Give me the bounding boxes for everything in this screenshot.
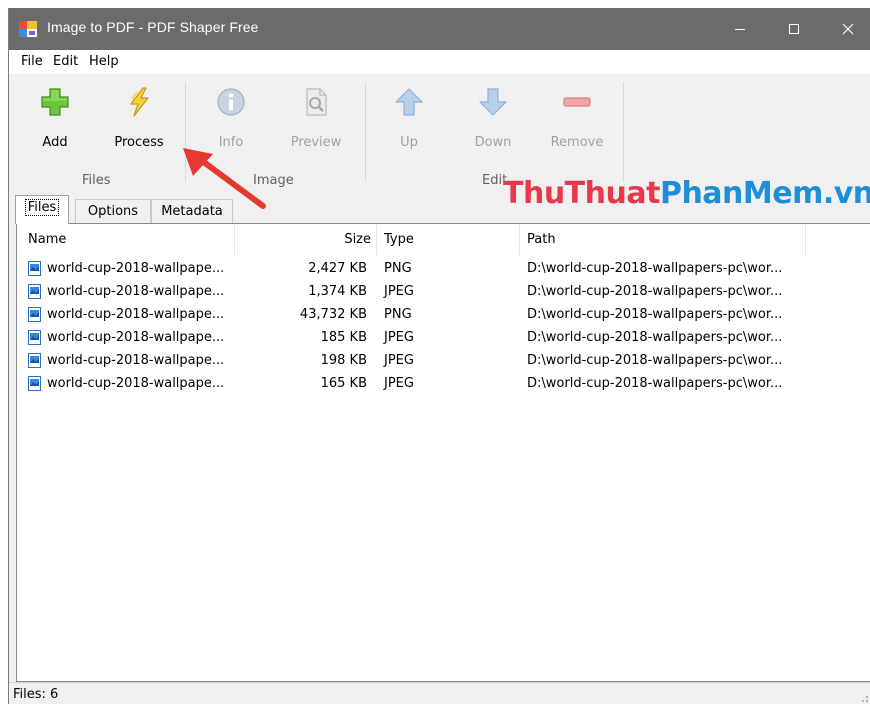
- column-header-path[interactable]: Path: [527, 224, 556, 255]
- cell-type: PNG: [384, 307, 412, 322]
- tab-metadata-label: Metadata: [161, 204, 223, 219]
- image-file-icon: [28, 353, 41, 368]
- image-file-icon: [28, 376, 41, 391]
- tab-options[interactable]: Options: [75, 199, 151, 224]
- up-label: Up: [400, 135, 418, 150]
- column-divider[interactable]: [519, 224, 520, 255]
- watermark: ThuThuatPhanMem.vn: [503, 176, 870, 211]
- group-separator: [623, 82, 624, 182]
- image-file-icon: [28, 284, 41, 299]
- add-label: Add: [42, 135, 68, 150]
- remove-label: Remove: [550, 135, 604, 150]
- column-divider[interactable]: [805, 224, 806, 255]
- minus-icon: [563, 97, 591, 107]
- image-file-icon: [28, 330, 41, 345]
- resize-grip-icon[interactable]: [859, 693, 869, 703]
- cell-name: world-cup-2018-wallpape...: [47, 353, 225, 368]
- tab-files-label: Files: [24, 199, 60, 216]
- column-header-type[interactable]: Type: [384, 224, 414, 255]
- column-divider[interactable]: [376, 224, 377, 255]
- cell-size: 185 KB: [320, 330, 367, 345]
- tab-options-label: Options: [87, 204, 139, 219]
- up-button[interactable]: Up: [377, 74, 441, 162]
- menu-help[interactable]: Help: [89, 54, 119, 69]
- file-list[interactable]: Name Size Type Path world-cup-2018-wallp…: [16, 223, 870, 682]
- cell-name: world-cup-2018-wallpape...: [47, 284, 225, 299]
- cell-type: JPEG: [384, 376, 414, 391]
- table-row[interactable]: world-cup-2018-wallpape... 43,732 KB PNG D:…: [17, 303, 870, 326]
- column-header-size[interactable]: Size: [237, 224, 371, 255]
- cell-size: 1,374 KB: [308, 284, 367, 299]
- image-file-icon: [28, 261, 41, 276]
- status-text: Files: 6: [13, 687, 59, 702]
- image-file-icon: [28, 307, 41, 322]
- cell-path: D:\world-cup-2018-wallpapers-pc\wor...: [527, 353, 783, 368]
- ribbon-toolbar: Add Process Files Info Preview Image Up …: [9, 74, 870, 192]
- cell-name: world-cup-2018-wallpape...: [47, 330, 225, 345]
- cell-type: PNG: [384, 261, 412, 276]
- remove-button[interactable]: Remove: [545, 74, 609, 162]
- tab-metadata[interactable]: Metadata: [151, 199, 233, 224]
- menu-file[interactable]: File: [21, 54, 43, 69]
- menu-bar: File Edit Help: [9, 50, 870, 74]
- cell-name: world-cup-2018-wallpape...: [47, 261, 225, 276]
- tab-files[interactable]: Files: [15, 195, 69, 224]
- table-row[interactable]: world-cup-2018-wallpape... 185 KB JPEG D:\w…: [17, 326, 870, 349]
- arrow-up-icon: [395, 88, 423, 116]
- process-button[interactable]: Process: [103, 74, 175, 162]
- preview-icon: [306, 88, 327, 116]
- cell-name: world-cup-2018-wallpape...: [47, 307, 225, 322]
- info-icon: [217, 88, 245, 116]
- group-separator: [365, 82, 366, 182]
- app-icon: [19, 21, 37, 37]
- maximize-button[interactable]: [771, 8, 817, 50]
- column-header-name[interactable]: Name: [28, 224, 66, 255]
- cell-size: 2,427 KB: [308, 261, 367, 276]
- preview-label: Preview: [290, 135, 342, 150]
- app-window: Image to PDF - PDF Shaper Free File Edit…: [8, 8, 870, 704]
- cell-type: JPEG: [384, 330, 414, 345]
- menu-edit[interactable]: Edit: [53, 54, 78, 69]
- table-row[interactable]: world-cup-2018-wallpape... 165 KB JPEG D:\w…: [17, 372, 870, 395]
- close-icon: [842, 23, 854, 35]
- cell-size: 198 KB: [320, 353, 367, 368]
- preview-button[interactable]: Preview: [283, 74, 349, 162]
- table-row[interactable]: world-cup-2018-wallpape... 198 KB JPEG D:\w…: [17, 349, 870, 372]
- cell-path: D:\world-cup-2018-wallpapers-pc\wor...: [527, 376, 783, 391]
- add-button[interactable]: Add: [23, 74, 87, 162]
- cell-path: D:\world-cup-2018-wallpapers-pc\wor...: [527, 307, 783, 322]
- down-button[interactable]: Down: [461, 74, 525, 162]
- cell-size: 43,732 KB: [299, 307, 367, 322]
- close-button[interactable]: [825, 8, 870, 50]
- title-bar[interactable]: Image to PDF - PDF Shaper Free: [9, 8, 870, 50]
- table-row[interactable]: world-cup-2018-wallpape... 2,427 KB PNG D:\…: [17, 257, 870, 280]
- process-label: Process: [114, 135, 164, 150]
- plus-icon: [41, 88, 69, 116]
- down-label: Down: [474, 135, 512, 150]
- cell-path: D:\world-cup-2018-wallpapers-pc\wor...: [527, 330, 783, 345]
- cell-path: D:\world-cup-2018-wallpapers-pc\wor...: [527, 284, 783, 299]
- group-label-files: Files: [82, 173, 111, 188]
- maximize-icon: [789, 24, 799, 34]
- cell-name: world-cup-2018-wallpape...: [47, 376, 225, 391]
- minimize-icon: [735, 29, 745, 30]
- cell-path: D:\world-cup-2018-wallpapers-pc\wor...: [527, 261, 783, 276]
- window-title: Image to PDF - PDF Shaper Free: [47, 19, 259, 35]
- cell-type: JPEG: [384, 353, 414, 368]
- minimize-button[interactable]: [717, 8, 763, 50]
- cell-type: JPEG: [384, 284, 414, 299]
- arrow-down-icon: [479, 88, 507, 116]
- status-bar: Files: 6: [9, 682, 870, 704]
- column-divider[interactable]: [234, 224, 235, 255]
- lightning-icon: [130, 87, 149, 117]
- cell-size: 165 KB: [320, 376, 367, 391]
- watermark-part1: ThuThuat: [503, 176, 660, 211]
- table-row[interactable]: world-cup-2018-wallpape... 1,374 KB JPEG D:…: [17, 280, 870, 303]
- watermark-part2: PhanMem.vn: [659, 176, 870, 211]
